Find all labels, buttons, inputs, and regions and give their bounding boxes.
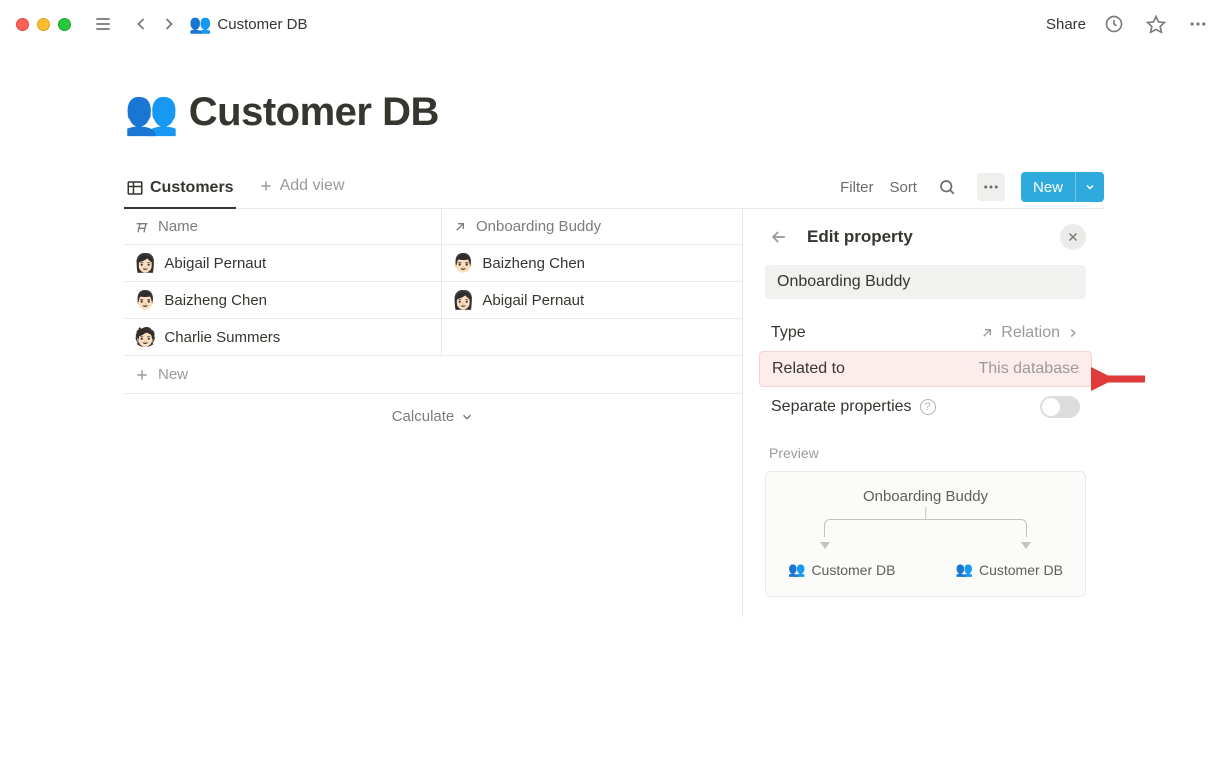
back-icon[interactable]: [127, 10, 155, 38]
topbar-right: Share: [1046, 10, 1212, 38]
page: 👥 Customer DB Customers Add view Filter …: [0, 86, 1228, 617]
cell-name: Abigail Pernaut: [164, 255, 266, 272]
separate-toggle[interactable]: [1040, 396, 1080, 418]
chevron-right-icon: [1066, 326, 1080, 340]
related-to-row[interactable]: Related to This database: [759, 351, 1092, 387]
add-view-button[interactable]: Add view: [258, 177, 345, 204]
new-button-label: New: [1021, 172, 1075, 202]
view-controls: Filter Sort New: [840, 172, 1104, 208]
new-button[interactable]: New: [1021, 172, 1104, 202]
panel-title: Edit property: [807, 227, 913, 247]
separate-properties-row: Separate properties ?: [765, 387, 1086, 427]
breadcrumb-page-icon: 👥: [189, 14, 211, 35]
preview-relation-name: Onboarding Buddy: [782, 488, 1069, 505]
table-row[interactable]: 👩🏻 Abigail Pernaut 👨🏻 Baizheng Chen: [124, 245, 742, 282]
related-label: Related to: [772, 360, 845, 378]
column-header-buddy[interactable]: Onboarding Buddy: [442, 209, 742, 244]
type-label: Type: [771, 324, 806, 342]
property-type-row[interactable]: Type Relation: [765, 315, 1086, 351]
new-row-label: New: [158, 366, 188, 383]
view-tab-label: Customers: [150, 179, 234, 197]
new-row-button[interactable]: New: [124, 356, 742, 394]
page-icon[interactable]: 👥: [124, 86, 179, 138]
database-table: Name Onboarding Buddy 👩🏻 Abigail Pernaut …: [124, 209, 742, 617]
property-name-input[interactable]: [765, 265, 1086, 299]
column-header-buddy-label: Onboarding Buddy: [476, 218, 601, 235]
cell-buddy: Abigail Pernaut: [482, 292, 584, 309]
view-more-icon[interactable]: [977, 173, 1005, 201]
cell-name: Baizheng Chen: [164, 292, 267, 309]
more-icon[interactable]: [1184, 10, 1212, 38]
star-icon[interactable]: [1142, 10, 1170, 38]
preview-label: Preview: [765, 445, 1086, 461]
view-tabs-row: Customers Add view Filter Sort New: [124, 172, 1104, 209]
panel-back-icon[interactable]: [765, 223, 793, 251]
related-value: This database: [978, 360, 1079, 378]
topbar: 👥 Customer DB Share: [0, 0, 1228, 48]
preview-db-right: 👥Customer DB: [956, 561, 1063, 578]
table-row[interactable]: 👨🏻 Baizheng Chen 👩🏻 Abigail Pernaut: [124, 282, 742, 319]
plus-icon: [134, 367, 150, 383]
calculate-label: Calculate: [392, 408, 455, 425]
chevron-down-icon: [460, 410, 474, 424]
filter-button[interactable]: Filter: [840, 179, 873, 196]
person-avatar-icon: 👩🏻: [134, 254, 156, 272]
column-header-name[interactable]: Name: [124, 209, 442, 244]
relation-property-icon: [452, 219, 468, 235]
sort-button[interactable]: Sort: [889, 179, 917, 196]
clock-icon[interactable]: [1100, 10, 1128, 38]
person-avatar-icon: 👨🏻: [134, 291, 156, 309]
hamburger-icon[interactable]: [89, 10, 117, 38]
column-header-name-label: Name: [158, 218, 198, 235]
type-value: Relation: [1001, 324, 1060, 342]
people-icon: 👥: [788, 561, 805, 578]
text-property-icon: [134, 219, 150, 235]
cell-name: Charlie Summers: [164, 329, 280, 346]
fullscreen-window-dot[interactable]: [58, 18, 71, 31]
table-header-row: Name Onboarding Buddy: [124, 209, 742, 245]
breadcrumb[interactable]: 👥 Customer DB: [189, 14, 307, 35]
forward-icon[interactable]: [155, 10, 183, 38]
breadcrumb-title: Customer DB: [217, 16, 307, 33]
cell-buddy: Baizheng Chen: [482, 255, 585, 272]
share-button[interactable]: Share: [1046, 16, 1086, 33]
view-tab-customers[interactable]: Customers: [124, 173, 236, 209]
person-avatar-icon: 🧑🏻: [134, 328, 156, 346]
page-title[interactable]: Customer DB: [189, 90, 439, 135]
preview-db-left: 👥Customer DB: [788, 561, 895, 578]
help-icon[interactable]: ?: [920, 399, 936, 415]
person-avatar-icon: 👨🏻: [452, 254, 474, 272]
new-button-chevron-icon[interactable]: [1075, 172, 1104, 202]
calculate-button[interactable]: Calculate: [124, 394, 742, 439]
close-window-dot[interactable]: [16, 18, 29, 31]
window-controls: [16, 18, 71, 31]
annotation-arrow-icon: [1091, 359, 1151, 399]
edit-property-panel: Edit property Type Relation Related to T…: [742, 209, 1104, 617]
panel-close-icon[interactable]: [1060, 224, 1086, 250]
preview-diagram: [806, 515, 1045, 555]
minimize-window-dot[interactable]: [37, 18, 50, 31]
table-row[interactable]: 🧑🏻 Charlie Summers: [124, 319, 742, 356]
person-avatar-icon: 👩🏻: [452, 291, 474, 309]
add-view-label: Add view: [280, 177, 345, 195]
relation-icon: [979, 325, 995, 341]
preview-box: Onboarding Buddy 👥Customer DB 👥Customer …: [765, 471, 1086, 597]
search-icon[interactable]: [933, 173, 961, 201]
people-icon: 👥: [956, 561, 973, 578]
separate-label: Separate properties: [771, 398, 912, 416]
